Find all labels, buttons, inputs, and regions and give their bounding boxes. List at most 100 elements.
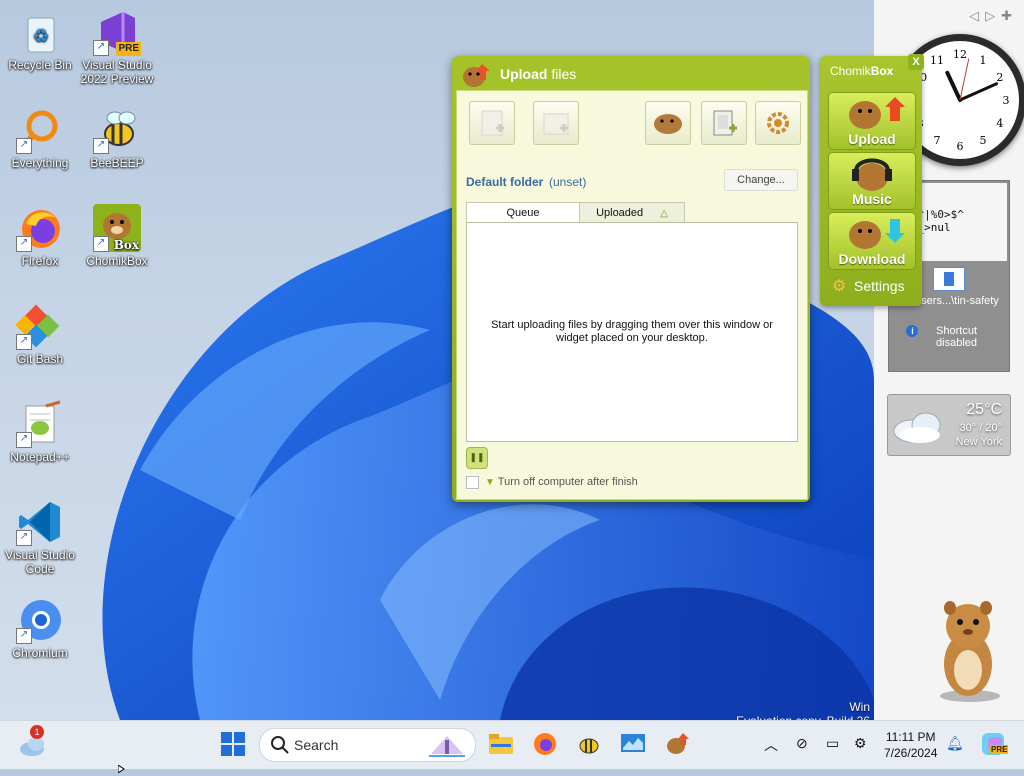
recycle-bin-icon: ♻	[16, 8, 64, 56]
network-tray-icon[interactable]: ⊘	[796, 735, 822, 761]
clock-date: 7/26/2024	[884, 746, 938, 760]
desktop-icon-visual-studio-preview[interactable]: PRE ↗ Visual Studio 2022 Preview	[77, 8, 157, 86]
desktop-icon-everything[interactable]: ↗ Everything	[0, 106, 80, 170]
add-gadget-icon[interactable]: ✚	[1001, 8, 1018, 23]
clock-numeral: 11	[930, 54, 944, 67]
upload-button[interactable]: Upload	[828, 92, 916, 150]
shortcut-arrow-icon: ↗	[16, 628, 32, 644]
add-files-button[interactable]	[469, 101, 515, 145]
second-hand	[959, 58, 970, 101]
weather-widget-button[interactable]: 1	[18, 725, 44, 757]
weather-temp: 25°C	[966, 401, 1002, 418]
turn-off-row: ▼ Turn off computer after finish	[485, 476, 638, 488]
preview-badge: PRE	[116, 42, 141, 56]
tab-queue[interactable]: Queue	[466, 202, 580, 223]
git-bash-icon: ↗	[15, 302, 64, 350]
taskbar-monitor-app[interactable]	[620, 731, 646, 757]
hamster-music-icon	[852, 158, 892, 191]
display-icon: ▭	[826, 735, 840, 751]
copilot-badge: PRE	[990, 745, 1009, 754]
start-button[interactable]	[220, 731, 246, 757]
taskbar-file-explorer[interactable]	[488, 731, 514, 757]
widget-settings-button[interactable]: Settings	[854, 278, 905, 294]
tab-queue-label: Queue	[506, 207, 540, 219]
clock-numeral: 12	[953, 48, 967, 61]
search-highlight-icon	[429, 736, 465, 757]
everything-search-icon: ↗	[16, 106, 64, 154]
title-rest: files	[551, 66, 577, 82]
shortcut-arrow-icon: ↗	[16, 334, 32, 350]
upload-queue-list[interactable]: Start uploading files by dragging them o…	[466, 222, 798, 442]
desktop-icon-label: Notepad++	[10, 450, 70, 464]
show-hidden-icons-button[interactable]: ︿	[764, 735, 790, 761]
clock-numeral: 3	[1003, 94, 1010, 107]
pause-button[interactable]: ❚❚	[466, 447, 488, 469]
bell-icon: 🔔︎	[946, 735, 964, 751]
settings-tray-icon[interactable]: ⚙	[854, 735, 880, 761]
desktop-icon-vscode[interactable]: ↗ Visual Studio Code	[0, 498, 80, 576]
desktop-icon-label: Visual Studio 2022 Preview	[80, 58, 154, 86]
upload-files-window[interactable]: Upload files Default folder (unset) Chan…	[452, 56, 810, 502]
copilot-button[interactable]: PRE	[980, 731, 1009, 757]
notification-badge: 1	[30, 725, 44, 739]
next-gadget-icon[interactable]: ▷	[985, 8, 1001, 23]
add-folder-icon	[543, 113, 569, 135]
desktop-icon-notepad-plus-plus[interactable]: ↗ Notepad++	[0, 400, 80, 464]
desktop-icon-label: Git Bash	[16, 352, 64, 366]
mouse-cursor	[117, 762, 128, 776]
download-button[interactable]: Download	[828, 212, 916, 270]
hour-hand	[945, 70, 962, 102]
shortcut-arrow-icon: ↗	[16, 236, 32, 252]
sidebar-nav: ◁▷✚	[969, 8, 1018, 24]
taskbar-chomikbox[interactable]	[664, 731, 690, 757]
change-folder-button[interactable]: Change...	[724, 169, 798, 191]
taskbar: 1 ︿ ⊘ ▭ ⚙ 🔔︎ PRE	[0, 720, 1024, 769]
add-folder-button[interactable]	[533, 101, 579, 145]
upload-button-label: Upload	[848, 131, 896, 147]
clock-numeral: 7	[934, 134, 941, 147]
taskbar-firefox[interactable]	[532, 731, 558, 757]
empty-queue-message: Start uploading files by dragging them o…	[491, 319, 773, 344]
notifications-bell[interactable]: 🔔︎	[946, 735, 972, 761]
widget-title: ChomikBox	[830, 64, 893, 78]
prev-gadget-icon[interactable]: ◁	[969, 8, 985, 23]
shortcut-arrow-icon: ↗	[93, 40, 109, 56]
beebeep-icon: ↗	[93, 106, 141, 154]
chomikbox-icon: Box ↗	[93, 204, 141, 252]
upload-window-body: Default folder (unset) Change... Queue U…	[456, 90, 808, 500]
desktop-icon-git-bash[interactable]: ↗ Git Bash	[0, 302, 80, 366]
desktop-icon-chromium[interactable]: ↗ Chromium	[0, 596, 80, 660]
tab-uploaded[interactable]: Uploaded △	[579, 202, 685, 223]
system-clock[interactable]: 11:11 PM 7/26/2024	[884, 729, 937, 761]
turn-off-checkbox[interactable]	[466, 476, 479, 489]
desktop-icon-beebeep[interactable]: ↗ BeeBEEP	[77, 106, 157, 170]
clipboard-add-button[interactable]	[701, 101, 747, 145]
weather-range: 30° / 20°	[959, 422, 1002, 434]
close-button[interactable]: X	[908, 54, 924, 70]
shortcut-status: Shortcut disabled	[936, 325, 978, 349]
desktop-icon-label: Firefox	[21, 254, 59, 268]
search-placeholder: Search	[294, 737, 339, 753]
chomik-mascot[interactable]	[930, 596, 1006, 704]
desktop-icon-label: BeeBEEP	[90, 156, 144, 170]
chomik-account-button[interactable]	[645, 101, 691, 145]
beebeep-icon	[579, 738, 599, 754]
shortcut-arrow-icon: ↗	[93, 236, 109, 252]
display-tray-icon[interactable]: ▭	[826, 735, 852, 761]
cloud-icon	[893, 412, 941, 443]
weather-gadget[interactable]: 25°C 30° / 20° New York	[887, 394, 1011, 456]
taskbar-search[interactable]: Search	[259, 728, 476, 762]
shortcut-status-row: i Shortcut disabled	[889, 325, 1009, 349]
hamster-download-icon	[849, 219, 905, 249]
music-button[interactable]: Music	[828, 152, 916, 210]
gear-icon	[767, 112, 789, 134]
clock-numeral: 5	[980, 134, 987, 147]
desktop-icon-recycle-bin[interactable]: ♻ Recycle Bin	[0, 8, 80, 72]
taskbar-beebeep[interactable]	[576, 731, 602, 757]
window-icon	[933, 267, 965, 291]
chomikbox-icon	[667, 733, 689, 754]
settings-button[interactable]	[755, 101, 801, 145]
chomikbox-widget[interactable]: ChomikBox X Upload Music Download ⚙ Sett…	[820, 54, 924, 306]
desktop-icon-firefox[interactable]: ↗ Firefox	[0, 204, 80, 268]
desktop-icon-chomikbox[interactable]: Box ↗ ChomikBox	[77, 204, 157, 268]
